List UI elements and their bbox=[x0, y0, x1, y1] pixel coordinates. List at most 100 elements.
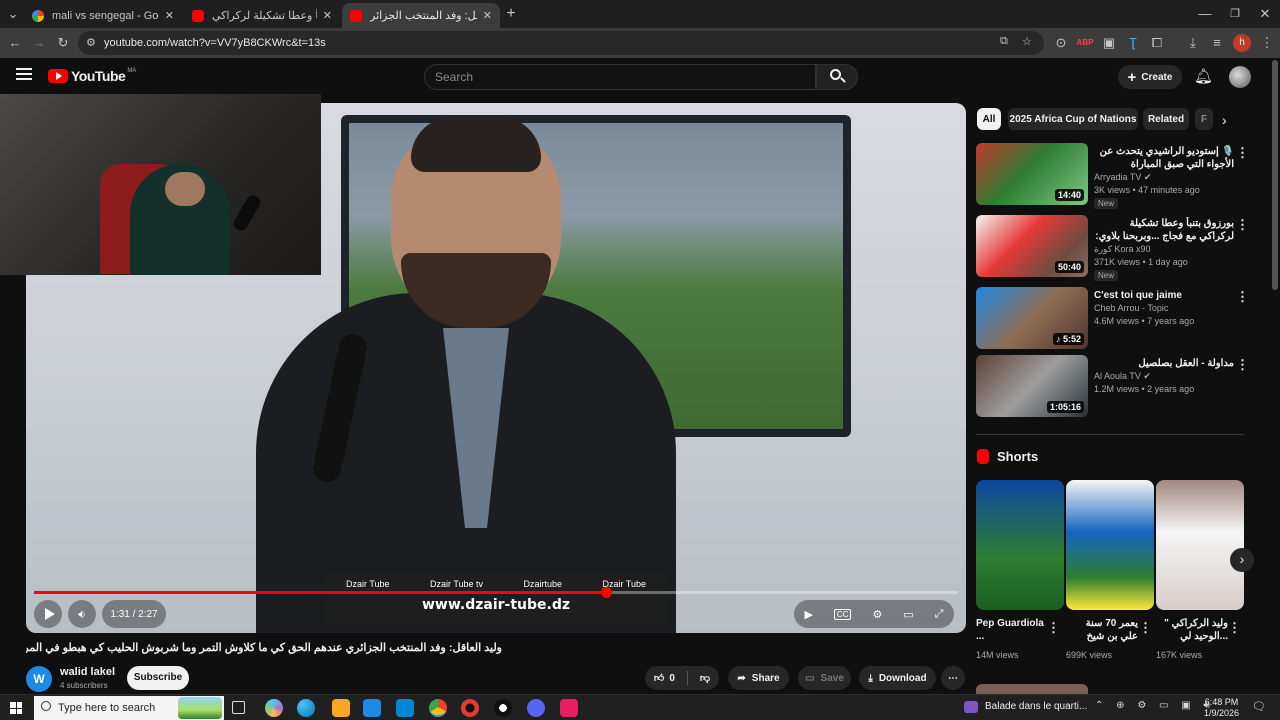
hamburger-menu-icon[interactable] bbox=[16, 68, 32, 80]
minimize-icon[interactable]: — bbox=[1196, 5, 1214, 23]
progress-scrubber[interactable] bbox=[600, 587, 612, 598]
search-button[interactable] bbox=[816, 64, 858, 90]
extension-square-icon[interactable]: ▣ bbox=[1100, 34, 1118, 52]
video-title[interactable]: C'est toi que jaime bbox=[1094, 289, 1234, 302]
more-vertical-icon[interactable]: ⋮ bbox=[1228, 620, 1241, 636]
obs-icon[interactable] bbox=[494, 699, 512, 717]
more-vertical-icon[interactable]: ⋮ bbox=[1236, 289, 1249, 305]
short-title[interactable]: يعمر 70 سنة علي بن شيخ يملك ... bbox=[1066, 617, 1138, 643]
reload-icon[interactable]: ↻ bbox=[54, 34, 72, 52]
channel-avatar[interactable]: W bbox=[26, 666, 52, 692]
file-explorer-icon[interactable] bbox=[332, 699, 350, 717]
share-button[interactable]: ➦ Share bbox=[728, 666, 789, 690]
mail-icon[interactable] bbox=[396, 699, 414, 717]
video-title[interactable]: بورزوق بتنبأ وعطا تشكيلة لركراكي مع فجاج… bbox=[1094, 217, 1234, 243]
close-tab-icon[interactable]: ✕ bbox=[165, 9, 174, 22]
browser-menu-icon[interactable]: ⋮ bbox=[1258, 34, 1276, 52]
opera-gx-icon[interactable] bbox=[461, 699, 479, 717]
media-widget[interactable] bbox=[964, 701, 978, 713]
windows-start-icon[interactable] bbox=[10, 702, 22, 714]
shorts-next-button[interactable]: › bbox=[1230, 548, 1254, 572]
bookmark-star-icon[interactable]: ☆ bbox=[1022, 35, 1032, 48]
page-scrollbar[interactable] bbox=[1272, 60, 1278, 290]
short-thumbnail[interactable] bbox=[1156, 480, 1244, 610]
captions-icon[interactable]: CC bbox=[833, 608, 852, 620]
like-button[interactable]: 👍︎ 0 bbox=[654, 672, 675, 685]
short-thumbnail[interactable] bbox=[976, 480, 1064, 610]
translate-extension-icon[interactable]: Ʈ bbox=[1124, 34, 1142, 52]
video-channel[interactable]: Al Aoula TV ✔︎ bbox=[1094, 371, 1151, 382]
fullscreen-icon[interactable]: ⤢ bbox=[935, 608, 944, 621]
video-channel[interactable]: Arryadia TV ✔︎ bbox=[1094, 172, 1151, 183]
account-avatar[interactable] bbox=[1229, 66, 1251, 88]
extension-glasses-icon[interactable]: ⊙ bbox=[1052, 34, 1070, 52]
more-actions-button[interactable]: ⋯ bbox=[941, 666, 965, 690]
close-window-icon[interactable]: ✕ bbox=[1256, 5, 1274, 23]
short-title[interactable]: Pep Guardiola ... bbox=[976, 617, 1048, 643]
short-title[interactable]: وليد الركراكي " ...الوحيد لي نظمتو bbox=[1156, 617, 1228, 643]
restore-icon[interactable]: ❐ bbox=[1226, 5, 1244, 23]
clock[interactable]: 6:48 PM 1/9/2026 bbox=[1204, 697, 1239, 719]
close-tab-icon[interactable]: ✕ bbox=[483, 9, 492, 22]
chip-partial[interactable]: F bbox=[1195, 108, 1213, 130]
settings-gear-icon[interactable]: ⚙ bbox=[872, 608, 882, 621]
close-tab-icon[interactable]: ✕ bbox=[323, 9, 332, 22]
discord-icon[interactable] bbox=[527, 699, 545, 717]
create-button[interactable]: + Create bbox=[1118, 65, 1182, 89]
notifications-bell-icon[interactable]: 🔔︎ bbox=[1194, 67, 1213, 85]
back-icon[interactable]: ← bbox=[6, 34, 24, 52]
new-tab-icon[interactable]: + bbox=[502, 5, 520, 23]
more-vertical-icon[interactable]: ⋮ bbox=[1236, 145, 1249, 161]
edge-icon[interactable] bbox=[297, 699, 315, 717]
install-app-icon[interactable]: ⧉ bbox=[1000, 35, 1008, 48]
miniplayer-icon[interactable]: ▭ bbox=[903, 608, 913, 621]
tab-search-icon[interactable]: ⌄ bbox=[4, 5, 22, 23]
chip-afcon[interactable]: 2025 Africa Cup of Nations bbox=[1008, 108, 1138, 130]
next-video-thumbnail-peek[interactable] bbox=[976, 684, 1088, 694]
more-vertical-icon[interactable]: ⋮ bbox=[1139, 620, 1152, 636]
chip-all[interactable]: All bbox=[977, 108, 1001, 130]
related-video[interactable]: ♪ 5:52 C'est toi que jaime Cheb Arrou - … bbox=[976, 287, 1249, 349]
adblock-icon[interactable]: ABP bbox=[1076, 34, 1094, 52]
palm-tree-widget-icon[interactable] bbox=[178, 697, 222, 719]
autoplay-toggle-icon[interactable]: ▶ bbox=[804, 608, 812, 621]
downloads-icon[interactable]: ⤓ bbox=[1184, 34, 1202, 52]
download-button[interactable]: ⤓ Download bbox=[859, 666, 936, 690]
notifications-icon[interactable]: 🗨︎ bbox=[1252, 700, 1266, 713]
search-input[interactable]: Search bbox=[424, 64, 816, 90]
video-thumbnail[interactable]: 14:40 bbox=[976, 143, 1088, 205]
tab-google-search[interactable]: mali vs sengegal - Google Searc ✕ bbox=[24, 3, 182, 28]
video-thumbnail[interactable]: ♪ 5:52 bbox=[976, 287, 1088, 349]
profile-avatar[interactable]: h bbox=[1233, 34, 1251, 52]
reading-list-icon[interactable]: ≡ bbox=[1208, 34, 1226, 52]
related-video[interactable]: 14:40 🎙️ إستوديو الراشيدي يتحدث عن الأجو… bbox=[976, 143, 1249, 209]
video-channel[interactable]: كورة Kora x90 bbox=[1094, 244, 1151, 255]
video-thumbnail[interactable]: 1:05:16 bbox=[976, 355, 1088, 417]
copilot-icon[interactable] bbox=[265, 699, 283, 717]
more-vertical-icon[interactable]: ⋮ bbox=[1236, 357, 1249, 373]
video-thumbnail[interactable]: 50:40 bbox=[976, 215, 1088, 277]
related-video[interactable]: 1:05:16 مداولة - العقل بصلصيل Al Aoula T… bbox=[976, 355, 1249, 417]
short-thumbnail[interactable] bbox=[1066, 480, 1154, 610]
forward-icon[interactable]: → bbox=[30, 34, 48, 52]
video-title[interactable]: 🎙️ إستوديو الراشيدي يتحدث عن الأجواء الت… bbox=[1094, 145, 1234, 171]
subscribe-button[interactable]: Subscribe bbox=[127, 666, 189, 690]
progress-bar[interactable] bbox=[34, 587, 958, 598]
save-button[interactable]: ▭ Save bbox=[798, 666, 851, 690]
chrome-icon[interactable] bbox=[429, 699, 447, 717]
extensions-puzzle-icon[interactable]: ⧠ bbox=[1148, 34, 1166, 52]
more-vertical-icon[interactable]: ⋮ bbox=[1236, 217, 1249, 233]
task-view-icon[interactable] bbox=[232, 701, 245, 714]
tab-youtube-bourzouq[interactable]: بورزوق بتنبأ وعطا تشكيلة لركراكي ✕ bbox=[184, 3, 340, 28]
site-info-icon[interactable]: ⚙ bbox=[86, 36, 96, 49]
channel-name[interactable]: walid lakel bbox=[60, 666, 115, 678]
chips-next-icon[interactable]: › bbox=[1222, 112, 1227, 128]
youtube-logo[interactable]: YouTube MA bbox=[48, 68, 136, 84]
volume-button[interactable]: 🔉︎ bbox=[68, 600, 96, 628]
more-vertical-icon[interactable]: ⋮ bbox=[1047, 620, 1060, 636]
play-button[interactable] bbox=[34, 600, 62, 628]
store-icon[interactable] bbox=[363, 699, 381, 717]
chip-related[interactable]: Related bbox=[1143, 108, 1189, 130]
video-channel[interactable]: Cheb Arrou - Topic bbox=[1094, 303, 1168, 313]
media-title[interactable]: Balade dans le quarti... bbox=[985, 701, 1087, 712]
